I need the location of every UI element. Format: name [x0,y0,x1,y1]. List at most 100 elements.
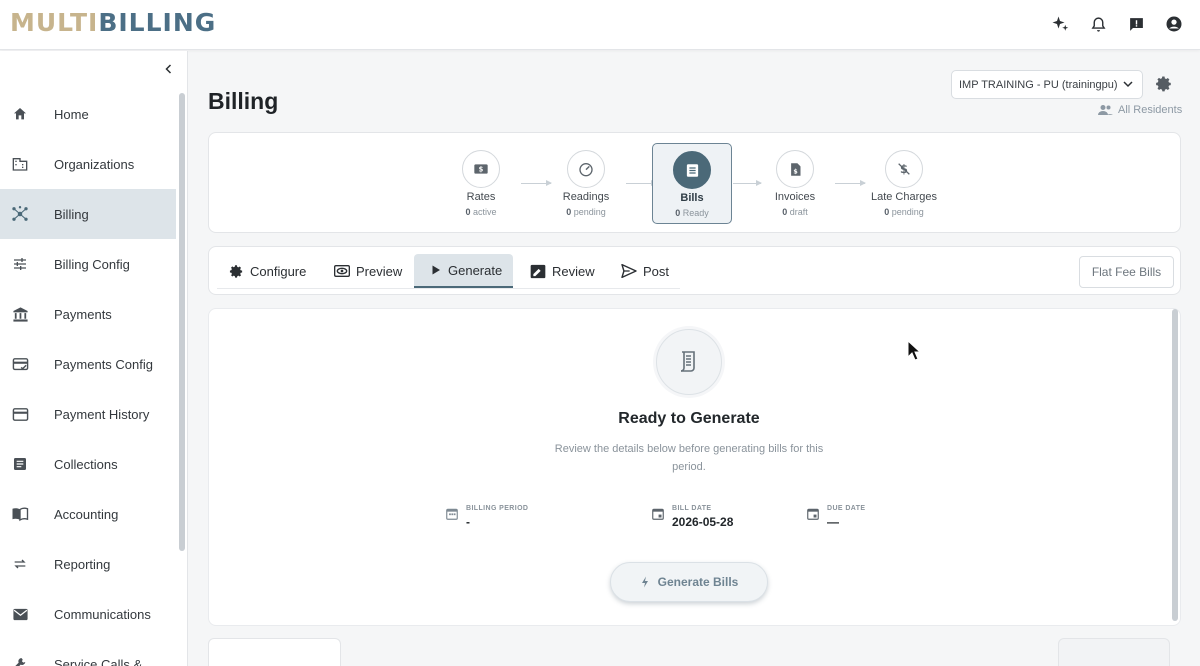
svg-text:$: $ [479,166,484,174]
sidebar-nav: Home Organizations Billing Billing Confi… [0,89,176,666]
sidebar-item-home[interactable]: Home [0,89,176,139]
building-icon [11,155,29,173]
no-dollar-icon: $ [885,150,923,188]
bottom-card-left [208,638,341,666]
sidebar-item-service-calls[interactable]: Service Calls & [0,639,176,666]
book-icon [11,505,29,523]
feedback-icon[interactable] [1126,14,1146,34]
generate-bills-button[interactable]: Generate Bills [610,562,768,602]
step-invoices[interactable]: $ Invoices 0 draft [755,143,835,217]
sidebar-item-billing-config[interactable]: Billing Config [0,239,176,289]
step-readings[interactable]: Readings 0 pending [546,143,626,217]
sidebar-item-accounting[interactable]: Accounting [0,489,176,539]
sidebar-item-payments-config[interactable]: Payments Config [0,339,176,389]
step-status: pending [573,207,606,217]
sliders-icon [11,255,29,273]
tabs-divider [217,288,680,289]
document-icon [673,151,711,189]
due-date-value: — [827,515,839,529]
sidebar: Home Organizations Billing Billing Confi… [0,51,188,666]
account-icon[interactable] [1164,14,1184,34]
generate-description: Review the details below before generati… [554,443,824,473]
tab-configure[interactable]: Configure [221,254,314,288]
step-bills[interactable]: Bills 0 Ready [652,143,732,224]
sidebar-item-reporting[interactable]: Reporting [0,539,176,589]
sidebar-item-label: Home [54,106,89,122]
step-count: 0 [884,207,890,217]
gauge-icon [567,150,605,188]
bottom-card-right [1058,638,1170,666]
step-count: 0 [465,207,471,217]
settings-button[interactable] [1155,75,1175,95]
step-count: 0 [782,207,788,217]
calendar-event-icon [807,508,819,520]
sidebar-item-billing[interactable]: Billing [0,189,176,239]
bill-date-field: BILL DATE 2026-05-28 [651,505,733,529]
sidebar-item-label: Organizations [54,156,135,172]
send-icon [621,264,637,278]
gear-icon [229,264,244,279]
billing-period-label: BILLING PERIOD [466,505,529,512]
tab-label: Generate [448,262,503,278]
sidebar-item-label: Payments Config [54,356,153,372]
collapse-sidebar-button[interactable] [160,60,178,78]
mail-icon [11,605,29,623]
bank-icon [11,305,29,323]
content-scrollbar[interactable] [1172,309,1178,621]
wrench-icon [11,655,29,666]
step-rates[interactable]: $ Rates 0 active [441,143,521,217]
sparkle-icon[interactable] [1050,14,1070,34]
sidebar-item-label: Billing Config [54,256,130,272]
top-bar: MULTIBILLING [0,0,1200,50]
invoice-icon: $ [776,150,814,188]
receipt-icon [656,329,722,395]
sidebar-item-label: Service Calls & [54,656,143,666]
sidebar-item-organizations[interactable]: Organizations [0,139,176,189]
step-late-charges[interactable]: $ Late Charges 0 pending [864,143,944,217]
card-check-icon [11,355,29,373]
bolt-icon [641,576,648,588]
generate-bills-label: Generate Bills [657,575,739,589]
sidebar-item-label: Collections [54,456,118,472]
step-label: Invoices [774,191,816,203]
step-label: Late Charges [870,191,938,203]
sidebar-item-payment-history[interactable]: Payment History [0,389,176,439]
sidebar-item-label: Billing [54,206,89,222]
app-logo[interactable]: MULTIBILLING [10,8,216,37]
bell-icon[interactable] [1088,14,1108,34]
tab-label: Preview [356,263,403,279]
eye-icon [334,264,350,278]
organization-select[interactable]: IMP TRAINING - PU (trainingpu) [951,70,1143,99]
review-icon [530,264,546,279]
chevron-down-icon [1122,78,1134,93]
svg-text:$: $ [793,168,797,175]
sidebar-item-collections[interactable]: Collections [0,439,176,489]
home-icon [11,105,29,123]
tab-generate[interactable]: Generate [414,254,513,288]
step-connector [835,180,866,186]
due-date-label: DUE DATE [827,505,866,512]
billing-period-value: - [466,515,470,529]
tab-post[interactable]: Post [613,254,677,288]
step-label: Readings [562,191,610,203]
workflow-stepper: $ Rates 0 active Readings 0 pending Bill… [208,132,1181,233]
tab-label: Configure [250,263,307,279]
tab-review[interactable]: Review [522,254,603,288]
flat-fee-bills-button[interactable]: Flat Fee Bills [1079,256,1174,288]
list-icon [11,455,29,473]
sidebar-item-payments[interactable]: Payments [0,289,176,339]
billing-tabs: Configure Preview Generate Review Post F… [208,246,1181,295]
sidebar-item-communications[interactable]: Communications [0,589,176,639]
people-icon [1098,105,1113,115]
sidebar-scrollbar[interactable] [179,93,185,551]
sidebar-item-label: Payments [54,306,112,322]
tab-preview[interactable]: Preview [326,254,410,288]
step-count: 0 [675,208,681,218]
card-icon [11,405,29,423]
calendar-event-icon [652,508,664,520]
step-count: 0 [566,207,572,217]
step-status: pending [891,207,924,217]
sidebar-item-label: Accounting [54,506,119,522]
sidebar-item-label: Reporting [54,556,111,572]
all-residents-link[interactable]: All Residents [1098,104,1182,116]
